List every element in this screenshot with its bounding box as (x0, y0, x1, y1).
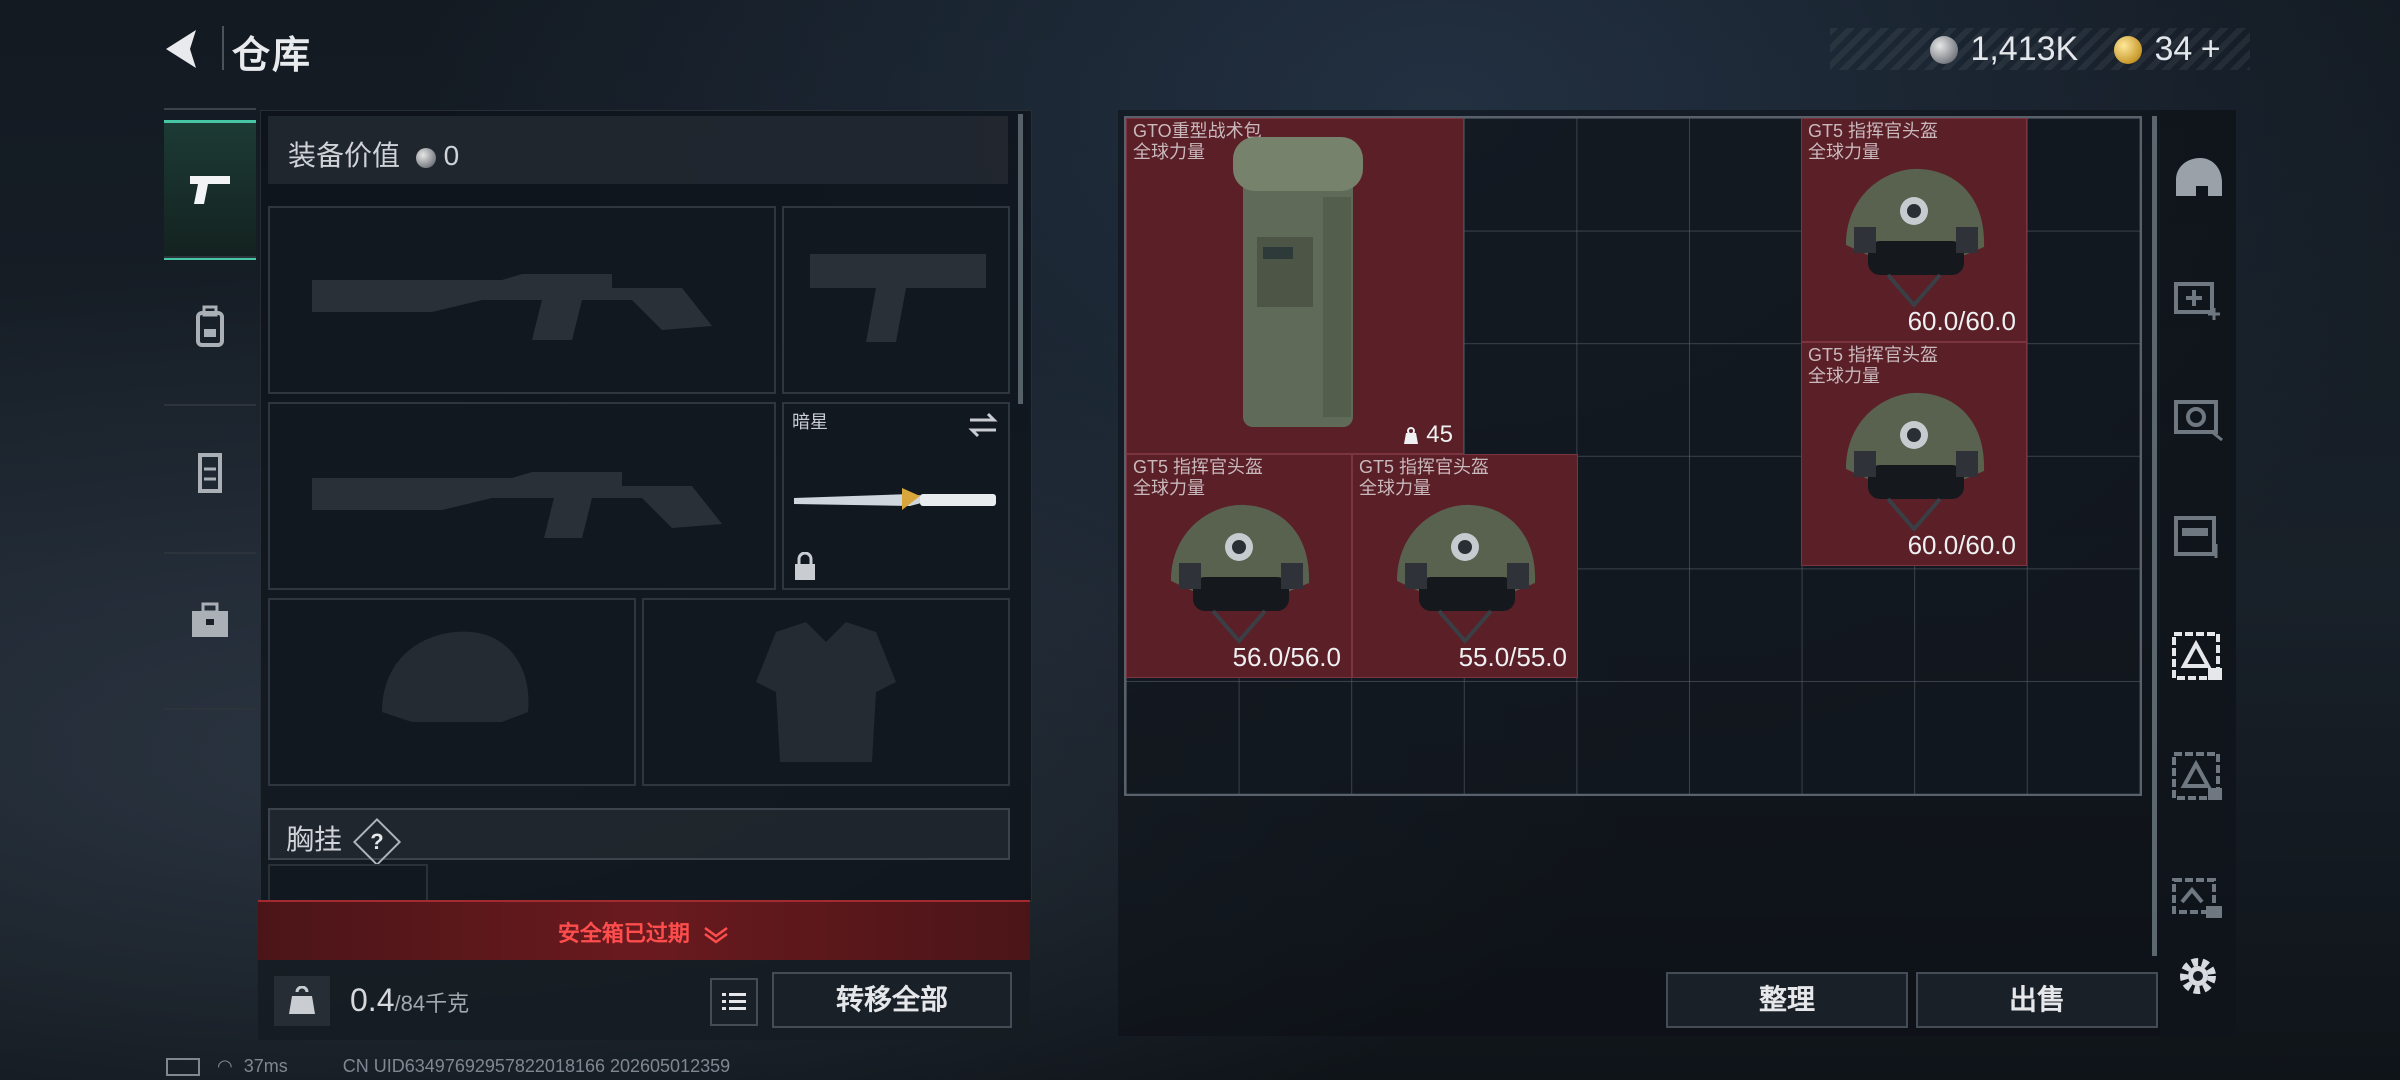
tab-case[interactable] (164, 554, 256, 688)
stash-item-helmet[interactable]: GT5 指挥官头盔 全球力量 60.0/60.0 (1801, 118, 2027, 342)
equipment-value-bar: 装备价值 0 (268, 116, 1008, 184)
weight-readout: 0.4/84千克 (350, 982, 469, 1019)
list-view-button[interactable] (710, 978, 758, 1026)
gold-amount: 34 (2154, 30, 2193, 68)
melee-name: 暗星 (792, 412, 828, 432)
helmet-icon (1171, 504, 1310, 645)
pistol-silhouette-icon (810, 254, 986, 342)
helmet-icon (1397, 504, 1536, 645)
briefcase-icon (192, 602, 228, 637)
stash-item-helmet[interactable]: GT5 指挥官头盔 全球力量 55.0/55.0 (1352, 454, 1578, 678)
stash-item-helmet[interactable]: GT5 指挥官头盔 全球力量 56.0/56.0 (1126, 454, 1352, 678)
safe-box-expired-banner[interactable]: 安全箱已过期 (258, 900, 1030, 960)
stash-scrollbar[interactable] (2152, 116, 2157, 956)
card-filter-icon[interactable] (2168, 504, 2228, 564)
sell-button[interactable]: 出售 (1916, 972, 2158, 1028)
header-divider (222, 26, 224, 70)
helmet-filter-icon[interactable] (2168, 150, 2228, 210)
sidearm-slot[interactable] (782, 206, 1010, 394)
vest-label: 胸挂 (286, 824, 343, 855)
lock-icon (795, 552, 815, 580)
battery-icon (166, 1058, 200, 1077)
primary-weapon-slot[interactable] (268, 206, 776, 394)
camera-filter-icon[interactable] (2168, 384, 2228, 444)
helmet-silhouette-icon (382, 631, 529, 722)
silver-currency: 1,413K (1930, 30, 2078, 69)
pistol-icon (190, 176, 230, 204)
backpack-weight-icon (274, 976, 330, 1026)
vest-section: 胸挂 ? (268, 808, 1010, 866)
back-button[interactable] (158, 24, 208, 74)
helmet-icon (1846, 392, 1985, 533)
chevron-down-icon (704, 927, 728, 944)
silver-amount: 1,413K (1970, 30, 2079, 68)
backpack-footer: 0.4/84千克 转移全部 (258, 960, 1030, 1040)
help-icon[interactable]: ? (352, 817, 401, 866)
add-currency-icon[interactable]: + (2201, 30, 2221, 68)
helmet-slot[interactable] (268, 598, 636, 786)
body-armor-silhouette-icon (756, 622, 896, 762)
medkit-filter-icon[interactable] (2168, 266, 2228, 326)
tab-weapons[interactable] (164, 120, 256, 260)
swap-icon[interactable] (966, 410, 1000, 440)
settings-icon[interactable] (2168, 946, 2228, 1006)
status-bar: ◠ 37ms CN UID634976929578220181​66 20260… (166, 1056, 730, 1077)
equipment-value-label: 装备价值 (288, 140, 401, 171)
equipment-scrollbar[interactable] (1018, 114, 1023, 404)
sort-button[interactable]: 整理 (1666, 972, 1908, 1028)
rifle-silhouette-icon (312, 472, 722, 538)
weight-current: 0.4 (350, 982, 395, 1018)
backpack-icon (1233, 137, 1363, 427)
equipment-tabs (164, 108, 256, 710)
equipment-value: 0 (443, 140, 460, 171)
vest-slot[interactable] (268, 864, 428, 902)
stash-item-helmet[interactable]: GT5 指挥官头盔 全球力量 60.0/60.0 (1801, 342, 2027, 566)
list-icon (722, 993, 746, 1010)
silver-coin-icon (1930, 35, 1958, 64)
rifle-silhouette-icon (312, 274, 712, 340)
tab-backpack[interactable] (164, 260, 256, 394)
crate-filter-icon-3[interactable] (2168, 866, 2228, 926)
wifi-icon: ◠ (217, 1056, 233, 1076)
transfer-all-button[interactable]: 转移全部 (772, 972, 1012, 1028)
backpack-icon (196, 305, 224, 347)
armor-slot[interactable] (642, 598, 1010, 786)
silver-coin-icon (415, 147, 436, 168)
uid-readout: CN UID634976929578220181​66 202605012359 (342, 1056, 731, 1076)
secondary-weapon-slot[interactable] (268, 402, 776, 590)
vest-icon (198, 453, 222, 493)
page-title: 仓库 (232, 35, 313, 77)
tab-vest[interactable] (164, 406, 256, 540)
weight-max: /84千克 (394, 991, 470, 1016)
melee-slot[interactable]: 暗星 (782, 402, 1010, 590)
back-arrow-icon (166, 30, 196, 68)
helmet-icon (1846, 168, 1985, 309)
stash-item-backpack[interactable]: GTO重型战术包 全球力量 45 (1126, 118, 1464, 454)
ping-readout: 37ms (243, 1056, 288, 1076)
stash-grid[interactable]: GTO重型战术包 全球力量 45 GT5 指挥官头盔 全球力量 60.0/60.0 (1124, 116, 2142, 796)
backpack-capacity-icon (1403, 426, 1418, 444)
crate-filter-icon[interactable] (2168, 626, 2228, 686)
gold-currency[interactable]: 34 + (2114, 30, 2221, 69)
knife-icon (794, 488, 996, 510)
safe-box-status: 安全箱已过期 (557, 921, 690, 946)
gold-coin-icon (2114, 35, 2142, 64)
crate-filter-icon-2[interactable] (2168, 746, 2228, 806)
